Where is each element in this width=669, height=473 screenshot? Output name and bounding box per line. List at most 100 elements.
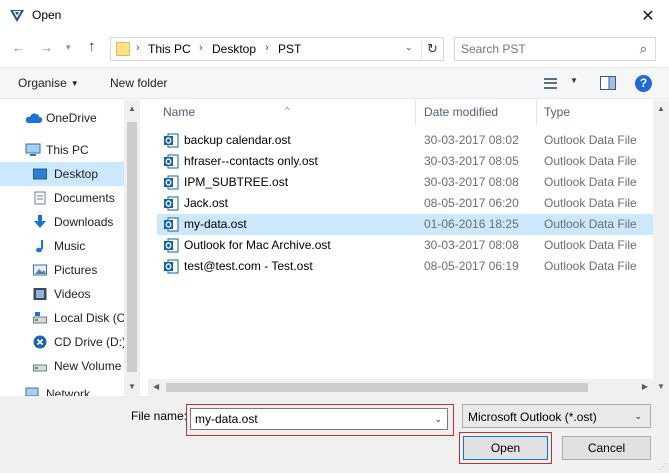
sidebar-item-pictures[interactable]: Pictures	[0, 258, 124, 282]
scroll-down-icon[interactable]: ▼	[657, 382, 665, 391]
cancel-button[interactable]: Cancel	[562, 436, 651, 460]
column-header-type-label: Type	[544, 105, 571, 119]
scroll-up-icon[interactable]: ▲	[128, 104, 136, 113]
search-icon[interactable]: ⌕	[640, 41, 647, 57]
sort-ascending-icon: ^	[285, 105, 290, 115]
sidebar-item-local-disk[interactable]: Local Disk (C:	[0, 306, 129, 330]
file-name-input[interactable]: my-data.ost	[195, 412, 258, 426]
up-arrow-icon[interactable]: ↑	[88, 38, 96, 55]
downloads-icon	[34, 215, 46, 228]
breadcrumb-this-pc[interactable]: This PC	[148, 42, 191, 56]
file-name: Outlook for Mac Archive.ost	[184, 238, 331, 252]
file-row-selected[interactable]: my-data.ost 01-06-2016 18:25 Outlook Dat…	[157, 214, 667, 235]
sidebar-item-label: Videos	[54, 287, 91, 301]
sidebar-item-label: Documents	[54, 191, 115, 205]
local-disk-icon	[33, 312, 47, 324]
ost-file-icon	[164, 217, 179, 232]
file-type-select[interactable]: Microsoft Outlook (*.ost) ⌄	[462, 404, 651, 428]
command-bar: Organise ▼ New folder ▼ ?	[0, 67, 669, 99]
file-row[interactable]: backup calendar.ost 30-03-2017 08:02 Out…	[157, 130, 667, 151]
file-list-horizontal-scrollbar[interactable]: ◀ ▶	[148, 379, 653, 396]
column-header-date[interactable]: Date modified	[416, 100, 536, 126]
file-row[interactable]: hfraser--contacts only.ost 30-03-2017 08…	[157, 151, 667, 172]
file-name: backup calendar.ost	[184, 133, 291, 147]
sidebar-item-music[interactable]: Music	[0, 234, 124, 258]
chevron-down-icon[interactable]: ⌄	[434, 414, 442, 425]
file-date: 08-05-2017 06:19	[424, 259, 519, 273]
chevron-right-icon[interactable]: ›	[199, 42, 203, 54]
file-row[interactable]: IPM_SUBTREE.ost 30-03-2017 08:08 Outlook…	[157, 172, 667, 193]
chevron-down-icon: ▼	[570, 76, 578, 85]
forward-arrow-icon[interactable]: →	[40, 40, 53, 55]
chevron-down-icon: ▼	[70, 79, 79, 88]
chevron-right-icon[interactable]: ›	[136, 42, 140, 54]
column-header-name[interactable]: Name ^	[148, 100, 415, 126]
ost-file-icon	[164, 259, 179, 274]
file-date: 30-03-2017 08:08	[424, 175, 519, 189]
file-row[interactable]: Jack.ost 08-05-2017 06:20 Outlook Data F…	[157, 193, 667, 214]
sidebar-item-label: Downloads	[54, 215, 114, 229]
chevron-right-icon[interactable]: ›	[265, 42, 269, 54]
search-box[interactable]: ⌕	[454, 37, 656, 61]
refresh-icon[interactable]: ↻	[421, 41, 443, 59]
breadcrumb-pst[interactable]: PST	[278, 42, 301, 56]
sidebar-item-label: Local Disk (C:	[54, 311, 129, 325]
file-name: IPM_SUBTREE.ost	[184, 175, 289, 189]
file-date: 30-03-2017 08:05	[424, 154, 519, 168]
scroll-down-icon[interactable]: ▼	[128, 382, 136, 391]
sidebar-item-label: Desktop	[54, 167, 99, 181]
sidebar-scrollbar[interactable]: ▲ ▼	[124, 100, 140, 396]
ost-file-icon	[164, 154, 179, 169]
sidebar-item-new-volume[interactable]: New Volume	[0, 354, 124, 378]
address-bar[interactable]: › This PC › Desktop › PST ⌄ ↻	[110, 37, 444, 61]
open-button[interactable]: Open	[463, 436, 548, 460]
file-row[interactable]: Outlook for Mac Archive.ost 30-03-2017 0…	[157, 235, 667, 256]
file-name-combobox[interactable]: my-data.ost ⌄	[190, 408, 448, 430]
breadcrumb-desktop[interactable]: Desktop	[212, 42, 256, 56]
sidebar-item-label: Network	[46, 387, 91, 396]
help-icon[interactable]: ?	[635, 75, 652, 92]
sidebar-item-label: New Volume	[54, 359, 122, 373]
back-arrow-icon[interactable]: ←	[12, 40, 25, 55]
ost-file-icon	[164, 175, 179, 190]
scroll-right-icon[interactable]: ▶	[642, 382, 648, 391]
sidebar-item-videos[interactable]: Videos	[0, 282, 124, 306]
file-row[interactable]: test@test.com - Test.ost 08-05-2017 06:1…	[157, 256, 667, 277]
sidebar-item-network[interactable]: Network	[0, 382, 124, 396]
file-name: test@test.com - Test.ost	[184, 259, 313, 273]
address-dropdown-icon[interactable]: ⌄	[405, 42, 413, 53]
close-icon: ✕	[641, 8, 655, 25]
file-list-vertical-scrollbar[interactable]: ▲ ▼	[653, 100, 669, 396]
change-view-button[interactable]: ▼	[544, 76, 578, 92]
scroll-left-icon[interactable]: ◀	[153, 382, 159, 391]
sidebar-item-this-pc[interactable]: This PC	[0, 138, 124, 162]
organise-button[interactable]: Organise ▼	[18, 76, 79, 90]
view-details-icon	[544, 78, 557, 89]
volume-icon	[33, 364, 47, 372]
search-input[interactable]	[461, 42, 621, 56]
videos-icon	[33, 288, 47, 300]
sidebar-item-cd-drive[interactable]: CD Drive (D:)	[0, 330, 126, 354]
sidebar-item-onedrive[interactable]: OneDrive	[0, 106, 124, 130]
scrollbar-thumb[interactable]	[127, 122, 137, 372]
preview-pane-icon[interactable]	[600, 76, 616, 90]
sidebar-item-downloads[interactable]: Downloads	[0, 210, 124, 234]
column-header-type[interactable]: Type	[537, 100, 657, 126]
sidebar-item-label: OneDrive	[46, 111, 97, 125]
resize-grip-icon[interactable]: ⋰	[659, 462, 667, 471]
navigation-pane: OneDrive This PC Desktop Documents Downl…	[0, 100, 140, 396]
onedrive-icon	[25, 113, 43, 123]
scrollbar-thumb[interactable]	[166, 383, 588, 392]
sidebar-item-desktop[interactable]: Desktop	[0, 162, 124, 186]
scroll-up-icon[interactable]: ▲	[657, 104, 665, 113]
ost-file-icon	[164, 238, 179, 253]
recent-locations-chevron-icon[interactable]: ▾	[66, 42, 71, 53]
file-type: Outlook Data File	[544, 133, 637, 147]
sidebar-item-documents[interactable]: Documents	[0, 186, 124, 210]
file-type: Outlook Data File	[544, 238, 637, 252]
desktop-icon	[33, 168, 47, 180]
organise-label: Organise	[18, 76, 67, 90]
file-type: Outlook Data File	[544, 175, 637, 189]
close-button[interactable]: ✕	[635, 4, 661, 28]
new-folder-button[interactable]: New folder	[110, 76, 167, 90]
